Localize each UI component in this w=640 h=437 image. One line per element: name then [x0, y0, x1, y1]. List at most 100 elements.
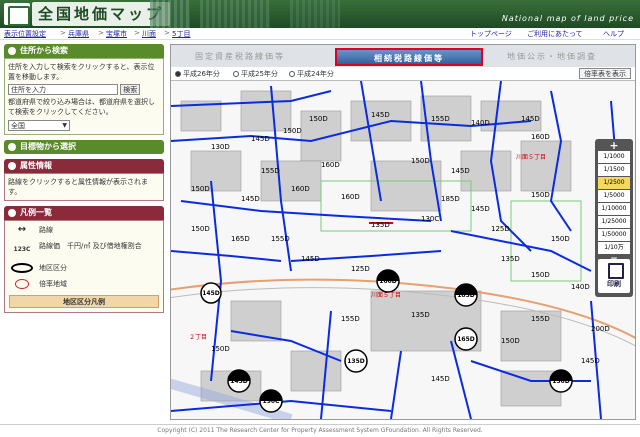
landmark-heading[interactable]: 目標物から選択 [4, 140, 164, 154]
road-price-label[interactable]: 160D [321, 161, 340, 169]
road-price-label[interactable]: 145D [451, 167, 470, 175]
help-link[interactable]: ヘルプ [603, 29, 624, 39]
road-price-label[interactable]: 130D [211, 143, 230, 151]
road-price-label[interactable]: 150D [411, 157, 430, 165]
road-price-label[interactable]: 160D [341, 193, 360, 201]
multiplier-area-icon [9, 279, 35, 291]
road-price-label[interactable]: 140D [571, 283, 590, 291]
road-price-label[interactable]: 145D [371, 111, 390, 119]
zoom-control[interactable]: + 1/1000 1/1500 1/2500 1/5000 1/10000 1/… [595, 139, 633, 297]
prefecture-select[interactable]: 全国 [8, 120, 70, 131]
ratio-table-button[interactable]: 倍率表を表示 [579, 68, 631, 79]
address-input[interactable]: 住所を入力 [8, 84, 118, 95]
zoom-level[interactable]: 1/1000 [598, 151, 630, 163]
year-option[interactable]: 平成25年分 [233, 69, 278, 79]
year-option[interactable]: 平成26年分 [175, 69, 220, 79]
zoom-level[interactable]: 1/25000 [598, 216, 630, 228]
year-option[interactable]: 平成24年分 [289, 69, 334, 79]
landmark-panel[interactable]: 目標物から選択 [4, 140, 164, 154]
road-price-label[interactable]: 145D [301, 255, 320, 263]
district-circle-label[interactable]: 190C [263, 398, 281, 405]
district-oval-icon [9, 263, 35, 275]
road-price-label[interactable]: 145D [241, 195, 260, 203]
zoom-level[interactable]: 1/10000 [598, 203, 630, 215]
zoom-in-icon[interactable]: + [604, 140, 624, 151]
district-label: ２丁目 [189, 334, 207, 341]
road-price-label[interactable]: 135D [371, 221, 390, 229]
road-price-label[interactable]: 145D [471, 205, 490, 213]
road-price-label[interactable]: 125D [351, 265, 370, 273]
tab-inheritance[interactable]: 相続税路線価等 [335, 48, 483, 66]
road-price-label[interactable]: 150D [531, 271, 550, 279]
breadcrumb-separator: > [98, 29, 104, 37]
road-price-label[interactable]: 150D [309, 115, 328, 123]
legend-label: 路線価 千円/㎡ 及び借地権割合 [39, 242, 142, 250]
road-price-label[interactable]: 155D [531, 315, 550, 323]
zoom-level[interactable]: 1/5000 [598, 190, 630, 202]
district-label: 川面５丁目 [371, 292, 401, 299]
tab-land-price[interactable]: 地価公示・地価調査 [507, 51, 597, 62]
year-selector: 平成26年分 平成25年分 平成24年分 倍率表を表示 [171, 67, 635, 81]
tab-fixed-asset[interactable]: 固定資産税路線価等 [195, 51, 285, 62]
breadcrumb-item[interactable]: 宝塚市 [106, 29, 127, 39]
district-legend-button[interactable]: 地区区分凡例 [9, 295, 159, 308]
address-search-panel: 住所から検索 住所を入力して検索をクリックすると、表示位置を移動します。 住所を… [4, 44, 164, 135]
district-circle-label[interactable]: 145D [230, 378, 248, 385]
district-circle-label[interactable]: 165D [457, 336, 475, 343]
sidebar: 住所から検索 住所を入力して検索をクリックすると、表示位置を移動します。 住所を… [4, 44, 164, 420]
legend-label: 倍率地域 [39, 280, 67, 288]
district-circle-label[interactable]: 185D [457, 292, 475, 299]
zoom-level[interactable]: 1/10万 [598, 242, 630, 254]
road-price-label[interactable]: 135D [501, 255, 520, 263]
road-price-label[interactable]: 150D [211, 345, 230, 353]
zoom-level[interactable]: 1/50000 [598, 229, 630, 241]
usage-link[interactable]: ご利用にあたって [527, 29, 583, 39]
road-price-label[interactable]: 125D [491, 225, 510, 233]
road-price-label[interactable]: 155D [261, 167, 280, 175]
map-canvas[interactable]: 130D 145D 150D 150D 145D 155D 140D 145D 160D 155D… [171, 80, 635, 419]
road-price-label[interactable]: 150D [531, 191, 550, 199]
breadcrumb-item[interactable]: 5丁目 [172, 29, 190, 39]
english-title: National map of land price [501, 14, 634, 23]
breadcrumb-item[interactable]: 川面 [142, 29, 156, 39]
road-price-label[interactable]: 155D [431, 115, 450, 123]
zoom-level[interactable]: 1/1500 [598, 164, 630, 176]
map-container: 固定資産税路線価等 相続税路線価等 地価公示・地価調査 平成26年分 平成25年… [170, 44, 636, 420]
road-price-label[interactable]: 165D [231, 235, 250, 243]
road-price-label[interactable]: 200D [591, 325, 610, 333]
road-price-label[interactable]: 135D [411, 311, 430, 319]
district-circle-label[interactable]: 145D [202, 290, 220, 297]
road-price-label[interactable]: 160D [291, 185, 310, 193]
district-circle-label[interactable]: 135D [347, 358, 365, 365]
road-price-label[interactable]: 140D [471, 119, 490, 127]
header-decoration [290, 0, 340, 28]
breadcrumb-item[interactable]: 兵庫県 [68, 29, 89, 39]
map-graphics[interactable]: 130D 145D 150D 150D 145D 155D 140D 145D 160D 155D… [171, 80, 635, 419]
district-circle-label[interactable]: 150D [552, 378, 570, 385]
road-price-label[interactable]: 155D [271, 235, 290, 243]
road-price-label[interactable]: 150D [551, 235, 570, 243]
road-price-label[interactable]: 145D [431, 375, 450, 383]
breadcrumb-item[interactable]: 表示位置設定 [4, 29, 46, 39]
legend-heading: 凡例一覧 [4, 206, 164, 220]
site-logo-icon[interactable] [4, 3, 30, 26]
legend-item: 123C 路線価 千円/㎡ 及び借地権割合 [5, 239, 163, 261]
road-price-label[interactable]: 130C [421, 215, 439, 223]
search-button[interactable]: 検索 [120, 84, 141, 95]
road-price-label[interactable]: 155D [341, 315, 360, 323]
top-page-link[interactable]: トップページ [470, 29, 512, 39]
road-price-label[interactable]: 150D [283, 127, 302, 135]
road-price-label[interactable]: 160D [531, 133, 550, 141]
breadcrumb-separator: > [134, 29, 140, 37]
road-price-label[interactable]: 150D [501, 337, 520, 345]
road-price-label[interactable]: 145D [251, 135, 270, 143]
district-circle-label[interactable]: 160D [379, 278, 397, 285]
print-button[interactable]: 印刷 [598, 259, 630, 293]
zoom-level-active[interactable]: 1/2500 [598, 177, 630, 189]
road-price-label[interactable]: 150D [191, 185, 210, 193]
road-price-label[interactable]: 185D [441, 195, 460, 203]
attribute-text: 路線をクリックすると属性情報が表示されます。 [4, 173, 164, 201]
road-price-label[interactable]: 145D [581, 357, 600, 365]
road-price-label[interactable]: 150D [191, 225, 210, 233]
road-price-label[interactable]: 145D [521, 115, 540, 123]
